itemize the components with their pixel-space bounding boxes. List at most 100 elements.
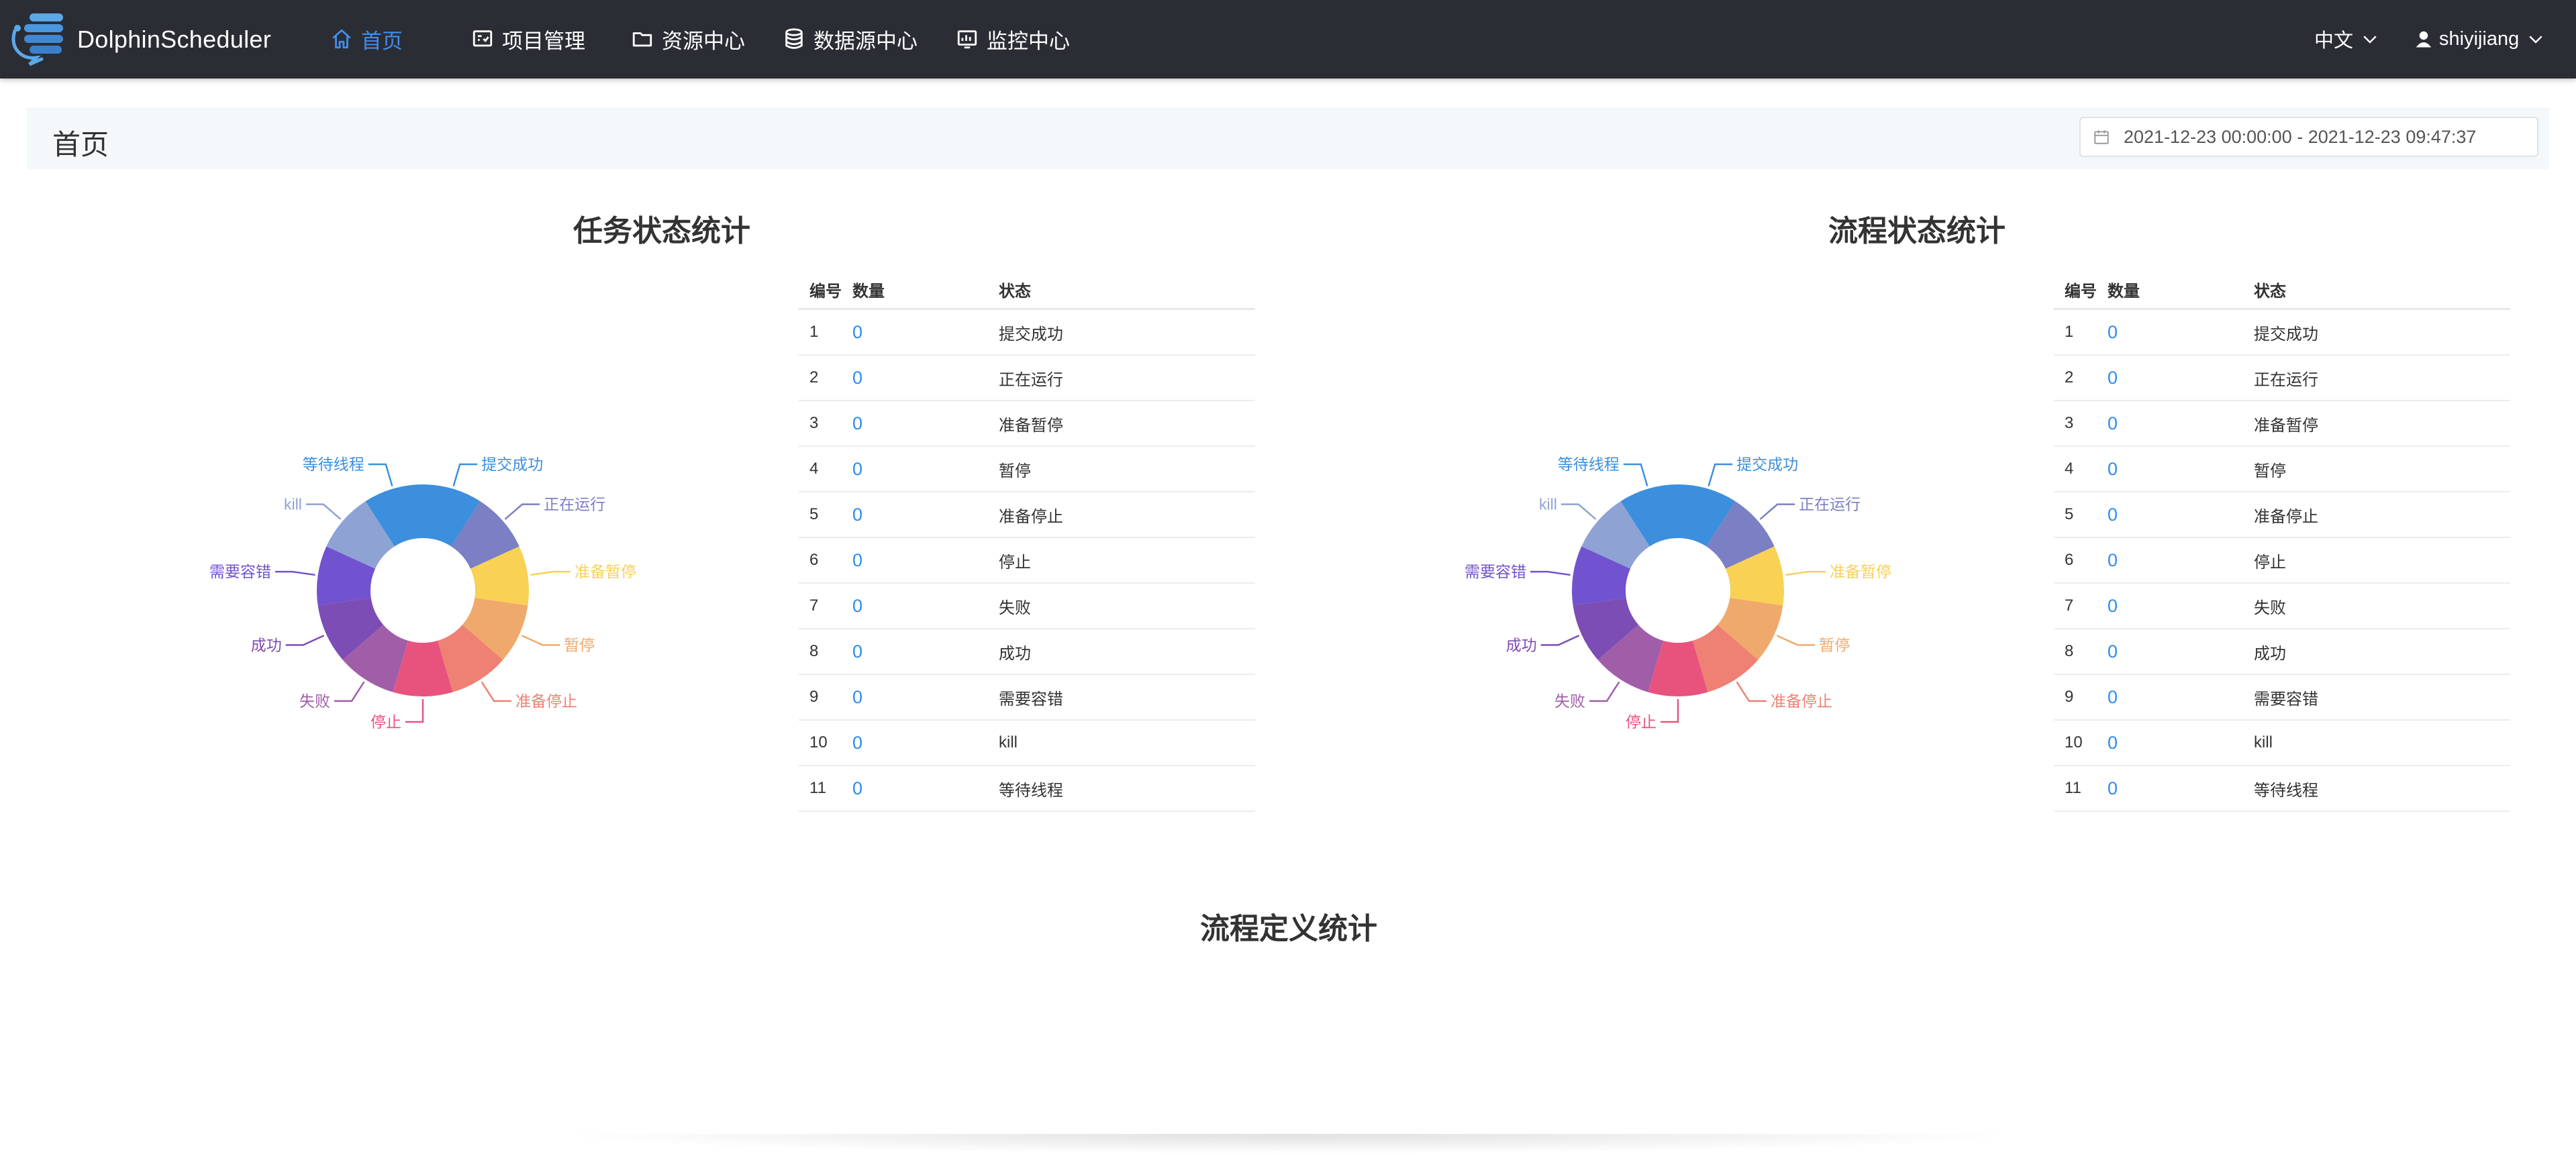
row-no: 2: [809, 368, 819, 386]
row-no: 8: [809, 642, 819, 660]
row-count-link[interactable]: 0: [2108, 550, 2118, 570]
language-switcher[interactable]: 中文: [2314, 22, 2380, 56]
row-count-link[interactable]: 0: [852, 687, 862, 707]
home-icon: [332, 29, 351, 49]
task-status-table: 编号 数量 状态 1 0 提交成功 2 0 正在运行 3 0 准备暂停 4 0 暂停 5 0 准备停…: [799, 270, 1255, 812]
label-leader-line: [1661, 699, 1679, 723]
row-count-link[interactable]: 0: [2108, 778, 2118, 798]
row-count-link[interactable]: 0: [2108, 733, 2118, 753]
table-row: 7 0 失败: [799, 584, 1255, 629]
brand-name[interactable]: DolphinScheduler: [77, 25, 271, 54]
row-count-link[interactable]: 0: [2108, 413, 2118, 433]
table-row: 5 0 准备停止: [2054, 492, 2510, 538]
row-no: 1: [809, 323, 819, 341]
calendar-icon: [2094, 130, 2109, 144]
table-row: 9 0 需要容错: [799, 675, 1255, 721]
row-status: 失败: [999, 598, 1031, 617]
pie-slice-label: 等待线程: [1558, 456, 1620, 473]
label-leader-line: [405, 699, 424, 723]
label-leader-line: [1589, 681, 1620, 702]
bottom-panel-shadow: [550, 1134, 2027, 1154]
pie-slice-label: 失败: [1554, 692, 1585, 710]
row-status: 停止: [2254, 553, 2286, 572]
project-icon: [473, 30, 493, 47]
row-no: 11: [809, 779, 826, 797]
row-no: 5: [2065, 505, 2074, 523]
row-count-link[interactable]: 0: [852, 596, 862, 616]
row-status: 等待线程: [999, 781, 1063, 800]
label-leader-line: [1785, 570, 1826, 576]
row-status: 需要容错: [2254, 690, 2318, 709]
row-status: 准备暂停: [2254, 416, 2318, 435]
row-count-link[interactable]: 0: [2108, 641, 2118, 662]
row-count-link[interactable]: 0: [852, 459, 862, 479]
label-leader-line: [1776, 635, 1816, 646]
row-no: 10: [809, 733, 828, 751]
table-row: 9 0 需要容错: [2054, 675, 2510, 721]
chevron-down-icon: [2363, 36, 2377, 44]
row-status: 成功: [2254, 644, 2286, 663]
row-no: 6: [2065, 551, 2074, 569]
pie-slice-label: 停止: [1626, 713, 1656, 731]
pie-slice-label: 准备停止: [515, 692, 577, 710]
pie-slice-label: 停止: [370, 713, 401, 731]
date-range-picker[interactable]: 2021-12-23 00:00:00 - 2021-12-23 09:47:3…: [2079, 117, 2538, 157]
label-leader-line: [504, 503, 540, 520]
pie-slice-label: 提交成功: [481, 456, 543, 473]
top-navbar: DolphinScheduler 首页 项目管理 资源中心 数据源中心 监控中心…: [0, 0, 2576, 78]
table-row: 1 0 提交成功: [799, 310, 1255, 356]
row-no: 2: [2065, 368, 2074, 386]
row-no: 5: [809, 505, 819, 523]
page-title: 首页: [52, 129, 109, 160]
label-leader-line: [1540, 635, 1580, 646]
row-count-link[interactable]: 0: [852, 550, 862, 570]
label-leader-line: [1623, 463, 1648, 486]
pie-slice-label: 暂停: [1819, 636, 1850, 653]
task-stats-title: 任务状态统计: [573, 215, 750, 248]
nav-monitor-center[interactable]: 监控中心: [956, 22, 1070, 56]
label-leader-line: [368, 463, 393, 486]
row-count-link[interactable]: 0: [852, 641, 862, 662]
nav-resource-center[interactable]: 资源中心: [631, 22, 745, 56]
row-no: 3: [2065, 414, 2074, 432]
row-no: 7: [809, 596, 819, 615]
row-count-link[interactable]: 0: [852, 322, 862, 342]
pie-slice-label: 等待线程: [303, 456, 364, 473]
pie-slice-label: 正在运行: [544, 496, 605, 513]
row-no: 9: [809, 688, 819, 706]
nav-datasource-center[interactable]: 数据源中心: [783, 22, 918, 56]
row-no: 11: [2065, 779, 2081, 797]
user-menu[interactable]: shiyijiang: [2414, 22, 2546, 56]
row-count-link[interactable]: 0: [2108, 596, 2118, 616]
row-count-link[interactable]: 0: [2108, 322, 2118, 342]
nav-home[interactable]: 首页: [330, 22, 403, 56]
row-count-link[interactable]: 0: [852, 413, 862, 433]
language-label: 中文: [2314, 30, 2354, 52]
pie-slice-label: 准备暂停: [575, 563, 636, 580]
row-status: 准备暂停: [999, 416, 1063, 435]
pie-slice-label: 准备暂停: [1830, 563, 1891, 580]
user-icon: [2416, 31, 2432, 48]
table-row: 6 0 停止: [799, 538, 1255, 584]
row-count-link[interactable]: 0: [2108, 459, 2118, 479]
header-count: 数量: [2108, 282, 2140, 301]
row-no: 4: [809, 460, 819, 478]
row-count-link[interactable]: 0: [2108, 505, 2118, 525]
nav-project-management[interactable]: 项目管理: [471, 22, 585, 56]
row-count-link[interactable]: 0: [2108, 368, 2118, 388]
label-leader-line: [1561, 503, 1597, 520]
row-no: 9: [2065, 688, 2074, 706]
folder-icon: [632, 32, 652, 47]
dolphin-logo-icon[interactable]: [9, 11, 74, 67]
pie-slice-label: kill: [1539, 496, 1557, 513]
header-no: 编号: [809, 282, 842, 301]
row-count-link[interactable]: 0: [852, 778, 862, 798]
label-leader-line: [285, 635, 325, 646]
row-count-link[interactable]: 0: [852, 368, 862, 388]
row-count-link[interactable]: 0: [2108, 687, 2118, 707]
row-count-link[interactable]: 0: [852, 505, 862, 525]
table-row: 3 0 准备暂停: [2054, 401, 2510, 447]
nav-resource-label: 资源中心: [662, 29, 745, 53]
row-count-link[interactable]: 0: [852, 733, 862, 753]
database-icon: [785, 28, 803, 49]
